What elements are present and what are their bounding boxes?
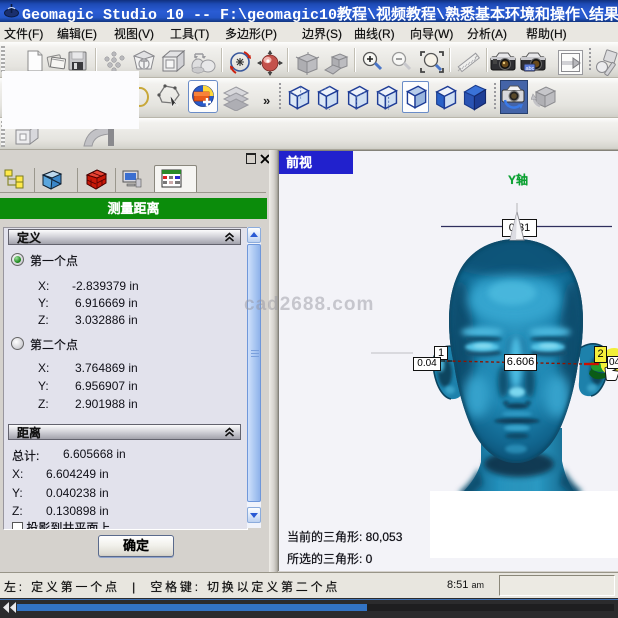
svg-text:abc: abc — [526, 66, 535, 72]
